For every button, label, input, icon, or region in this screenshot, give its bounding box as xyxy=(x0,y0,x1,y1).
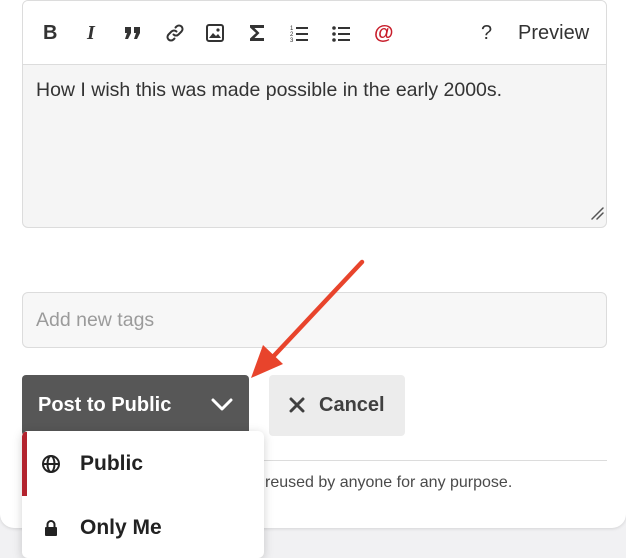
ordered-list-icon[interactable]: 123 xyxy=(290,21,308,45)
italic-button[interactable]: I xyxy=(87,21,95,45)
visibility-option-only-me[interactable]: Only Me xyxy=(22,496,264,558)
svg-text:3: 3 xyxy=(290,38,294,42)
close-icon xyxy=(289,393,305,419)
quote-icon[interactable] xyxy=(124,21,142,45)
tags-input[interactable]: Add new tags xyxy=(22,292,607,348)
post-button-label: Post to Public xyxy=(38,394,172,416)
divider xyxy=(260,460,607,461)
globe-icon xyxy=(40,454,62,474)
unordered-list-icon[interactable] xyxy=(332,21,350,45)
cancel-button[interactable]: Cancel xyxy=(269,375,405,436)
sigma-icon[interactable] xyxy=(249,21,265,45)
license-text: reused by anyone for any purpose. xyxy=(265,474,513,491)
cancel-button-label: Cancel xyxy=(319,394,385,416)
preview-button[interactable]: Preview xyxy=(518,21,589,45)
help-button[interactable]: ? xyxy=(481,21,492,45)
image-icon[interactable] xyxy=(206,21,224,45)
chevron-down-icon xyxy=(211,395,233,418)
visibility-option-label: Only Me xyxy=(80,516,162,539)
editor-content[interactable]: How I wish this was made possible in the… xyxy=(36,79,502,102)
visibility-option-public[interactable]: Public xyxy=(22,432,264,496)
visibility-option-label: Public xyxy=(80,452,144,475)
markdown-editor: B I 123 @ ? Preview How I wish this was … xyxy=(22,0,607,228)
mention-button[interactable]: @ xyxy=(374,21,394,45)
post-visibility-button[interactable]: Post to Public xyxy=(22,375,249,436)
resize-handle-icon[interactable] xyxy=(590,206,604,225)
bold-button[interactable]: B xyxy=(43,21,57,45)
editor-toolbar: B I 123 @ ? Preview xyxy=(23,1,606,65)
link-icon[interactable] xyxy=(165,21,185,45)
visibility-dropdown: Public Only Me xyxy=(22,431,264,558)
lock-icon xyxy=(40,519,62,537)
